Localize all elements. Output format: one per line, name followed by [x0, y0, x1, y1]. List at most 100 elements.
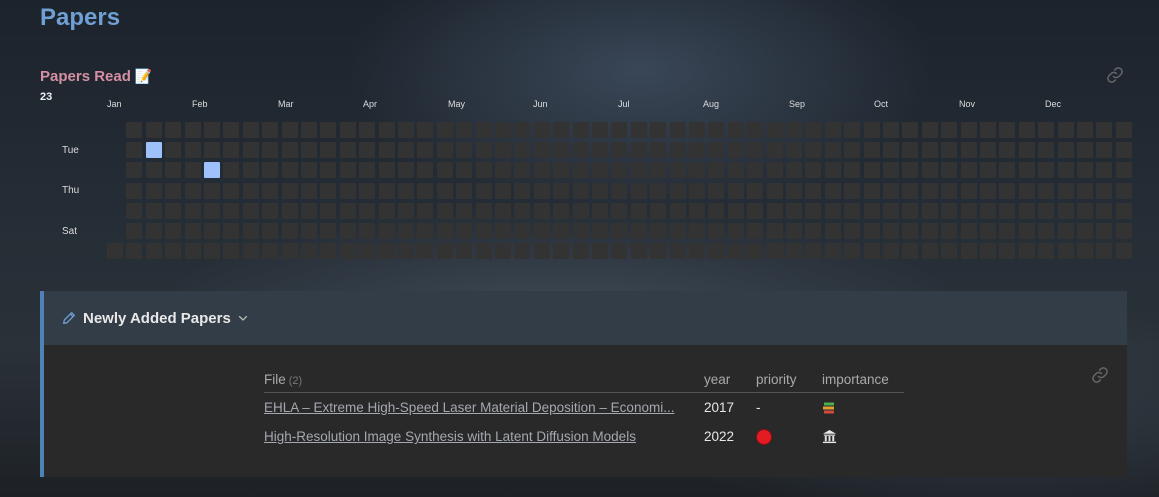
heatmap-cell[interactable] — [339, 243, 356, 260]
heatmap-cell[interactable] — [902, 142, 919, 159]
heatmap-cell[interactable] — [863, 243, 880, 260]
heatmap-cell[interactable] — [727, 202, 744, 219]
heatmap-cell[interactable] — [398, 162, 414, 179]
column-header-year[interactable]: year — [704, 365, 756, 393]
heatmap-cell[interactable] — [960, 122, 977, 138]
heatmap-cell[interactable] — [980, 142, 996, 159]
heatmap-cell[interactable] — [592, 142, 608, 159]
column-header-priority[interactable]: priority — [756, 365, 822, 393]
heatmap-cell[interactable] — [242, 122, 259, 138]
heatmap-cell[interactable] — [1096, 142, 1113, 159]
heatmap-cell[interactable] — [398, 243, 414, 260]
heatmap-cell[interactable] — [1096, 182, 1113, 199]
heatmap-cell[interactable] — [980, 182, 996, 199]
heatmap-cell[interactable] — [844, 243, 861, 260]
heatmap-cell[interactable] — [417, 182, 434, 199]
heatmap-cell[interactable] — [1057, 202, 1074, 219]
heatmap-cell[interactable] — [242, 223, 259, 239]
heatmap-cell[interactable] — [495, 243, 511, 260]
heatmap-cell[interactable] — [747, 122, 764, 138]
heatmap-cell[interactable] — [281, 122, 298, 138]
heatmap-cell[interactable] — [1018, 122, 1035, 138]
heatmap-cell[interactable] — [902, 122, 919, 138]
heatmap-cell[interactable] — [786, 223, 802, 239]
heatmap-cell[interactable] — [824, 182, 841, 199]
heatmap-cell[interactable] — [727, 142, 744, 159]
heatmap-cell[interactable] — [824, 202, 841, 219]
heatmap-cell[interactable] — [281, 223, 298, 239]
heatmap-cell[interactable] — [669, 243, 686, 260]
heatmap-cell[interactable] — [611, 223, 628, 239]
heatmap-cell[interactable] — [533, 182, 550, 199]
heatmap-cell[interactable] — [592, 122, 608, 138]
heatmap-cell[interactable] — [708, 182, 725, 199]
heatmap-cell[interactable] — [320, 142, 337, 159]
heatmap-cell[interactable] — [398, 142, 414, 159]
heatmap-cell[interactable] — [1038, 142, 1055, 159]
heatmap-cell[interactable] — [223, 142, 240, 159]
heatmap-cell[interactable] — [824, 223, 841, 239]
heatmap-cell[interactable] — [145, 182, 162, 199]
heatmap-cell[interactable] — [475, 223, 492, 239]
heatmap-cell[interactable] — [320, 243, 337, 260]
heatmap-cell[interactable] — [572, 243, 589, 260]
heatmap-cell[interactable] — [805, 223, 822, 239]
heatmap-cell[interactable] — [242, 162, 259, 179]
heatmap-cell[interactable] — [786, 122, 802, 138]
heatmap-cell[interactable] — [941, 223, 958, 239]
heatmap-cell[interactable] — [436, 162, 453, 179]
heatmap-cell[interactable] — [301, 142, 317, 159]
heatmap-cell[interactable] — [708, 162, 725, 179]
heatmap-cell[interactable] — [1057, 122, 1074, 138]
heatmap-cell[interactable] — [689, 162, 705, 179]
heatmap-cell[interactable] — [417, 122, 434, 138]
heatmap-cell[interactable] — [1018, 182, 1035, 199]
heatmap-cell[interactable] — [417, 243, 434, 260]
heatmap-cell[interactable] — [1115, 142, 1132, 159]
heatmap-cell[interactable] — [863, 122, 880, 138]
heatmap-cell[interactable] — [863, 223, 880, 239]
heatmap-cell[interactable] — [921, 182, 938, 199]
heatmap-cell[interactable] — [533, 202, 550, 219]
heatmap-cell[interactable] — [262, 162, 279, 179]
heatmap-cell[interactable] — [514, 182, 531, 199]
heatmap-cell[interactable] — [902, 182, 919, 199]
heatmap-cell[interactable] — [107, 243, 123, 260]
heatmap-cell[interactable] — [553, 202, 570, 219]
heatmap-cell[interactable] — [883, 182, 899, 199]
heatmap-cell[interactable] — [165, 182, 182, 199]
heatmap-cell[interactable] — [766, 243, 783, 260]
heatmap-cell[interactable] — [572, 223, 589, 239]
heatmap-cell[interactable] — [630, 223, 647, 239]
heatmap-cell[interactable] — [514, 142, 531, 159]
heatmap-cell[interactable] — [766, 122, 783, 138]
chevron-down-icon[interactable] — [237, 312, 249, 324]
heatmap-cell[interactable] — [592, 223, 608, 239]
heatmap-cell[interactable] — [650, 122, 667, 138]
heatmap-cell[interactable] — [747, 243, 764, 260]
heatmap-cell[interactable] — [921, 142, 938, 159]
heatmap-cell[interactable] — [766, 182, 783, 199]
heatmap-cell[interactable] — [902, 202, 919, 219]
heatmap-cell[interactable] — [941, 243, 958, 260]
heatmap-cell[interactable] — [941, 202, 958, 219]
heatmap-cell[interactable] — [126, 122, 143, 138]
heatmap-cell[interactable] — [960, 202, 977, 219]
heatmap-cell[interactable] — [980, 202, 996, 219]
heatmap-cell[interactable] — [1057, 223, 1074, 239]
heatmap-cell[interactable] — [1096, 243, 1113, 260]
heatmap-cell[interactable] — [359, 182, 376, 199]
heatmap-cell[interactable] — [960, 223, 977, 239]
heatmap-cell[interactable] — [281, 243, 298, 260]
heatmap-cell[interactable] — [165, 243, 182, 260]
heatmap-cell[interactable] — [844, 122, 861, 138]
heatmap-cell[interactable] — [883, 162, 899, 179]
heatmap-cell[interactable] — [572, 122, 589, 138]
heatmap-cell[interactable] — [669, 182, 686, 199]
heatmap-cell[interactable] — [844, 182, 861, 199]
heatmap-cell[interactable] — [165, 122, 182, 138]
heatmap-cell[interactable] — [126, 142, 143, 159]
heatmap-cell[interactable] — [650, 243, 667, 260]
heatmap-cell[interactable] — [514, 223, 531, 239]
heatmap-cell[interactable] — [398, 202, 414, 219]
